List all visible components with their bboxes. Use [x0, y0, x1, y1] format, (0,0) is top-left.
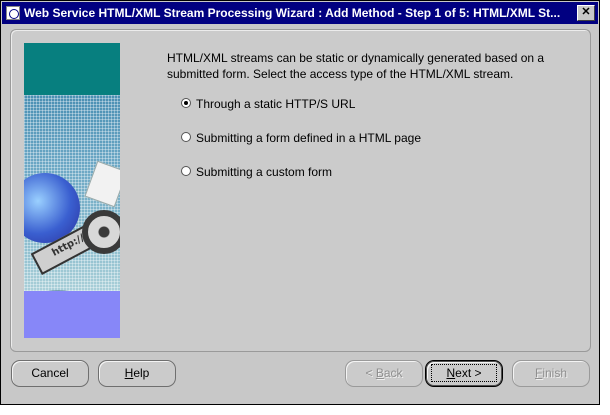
finish-button[interactable]: Finish: [512, 360, 590, 387]
help-button[interactable]: Help: [98, 360, 176, 387]
option-static-url[interactable]: Through a static HTTP/S URL: [181, 97, 421, 131]
film-reel-graphic: [82, 210, 120, 254]
paper-graphic: [84, 160, 120, 208]
wizard-window: Web Service HTML/XML Stream Processing W…: [0, 0, 600, 405]
back-arrow-icon: <: [365, 366, 373, 380]
app-icon: [6, 6, 20, 20]
illustration-purple-band: [24, 291, 120, 338]
cancel-button-label: Cancel: [31, 366, 69, 380]
access-type-radio-group: Through a static HTTP/S URL Submitting a…: [181, 97, 421, 199]
wizard-illustration: http://: [24, 43, 120, 338]
intro-text: HTML/XML streams can be static or dynami…: [167, 51, 545, 81]
next-button-label: ext: [455, 366, 472, 380]
next-arrow-icon: >: [474, 366, 482, 380]
close-button[interactable]: ✕: [577, 5, 595, 21]
content-panel: http:// HTML/XML streams can be static o…: [10, 29, 591, 352]
option-static-url-label[interactable]: Through a static HTTP/S URL: [196, 97, 355, 111]
back-button-label: ack: [383, 366, 403, 380]
option-html-form[interactable]: Submitting a form defined in a HTML page: [181, 131, 421, 165]
option-html-form-label[interactable]: Submitting a form defined in a HTML page: [196, 131, 421, 145]
option-custom-form[interactable]: Submitting a custom form: [181, 165, 421, 199]
back-mnemonic: B: [375, 366, 384, 380]
finish-button-label: inish: [542, 366, 568, 380]
cancel-button[interactable]: Cancel: [11, 360, 89, 387]
back-button[interactable]: < Back: [345, 360, 423, 387]
next-button[interactable]: Next >: [425, 360, 503, 387]
illustration-collage: http://: [24, 95, 120, 320]
illustration-teal-band: [24, 43, 120, 95]
radio-custom-form[interactable]: [181, 166, 191, 176]
next-focus-ring: Next >: [431, 364, 497, 382]
radio-html-form[interactable]: [181, 132, 191, 142]
radio-static-url[interactable]: [181, 98, 191, 108]
next-mnemonic: N: [446, 366, 456, 380]
window-title: Web Service HTML/XML Stream Processing W…: [24, 6, 561, 20]
option-custom-form-label[interactable]: Submitting a custom form: [196, 165, 332, 179]
help-button-label: elp: [133, 366, 150, 380]
title-bar[interactable]: Web Service HTML/XML Stream Processing W…: [2, 2, 598, 24]
